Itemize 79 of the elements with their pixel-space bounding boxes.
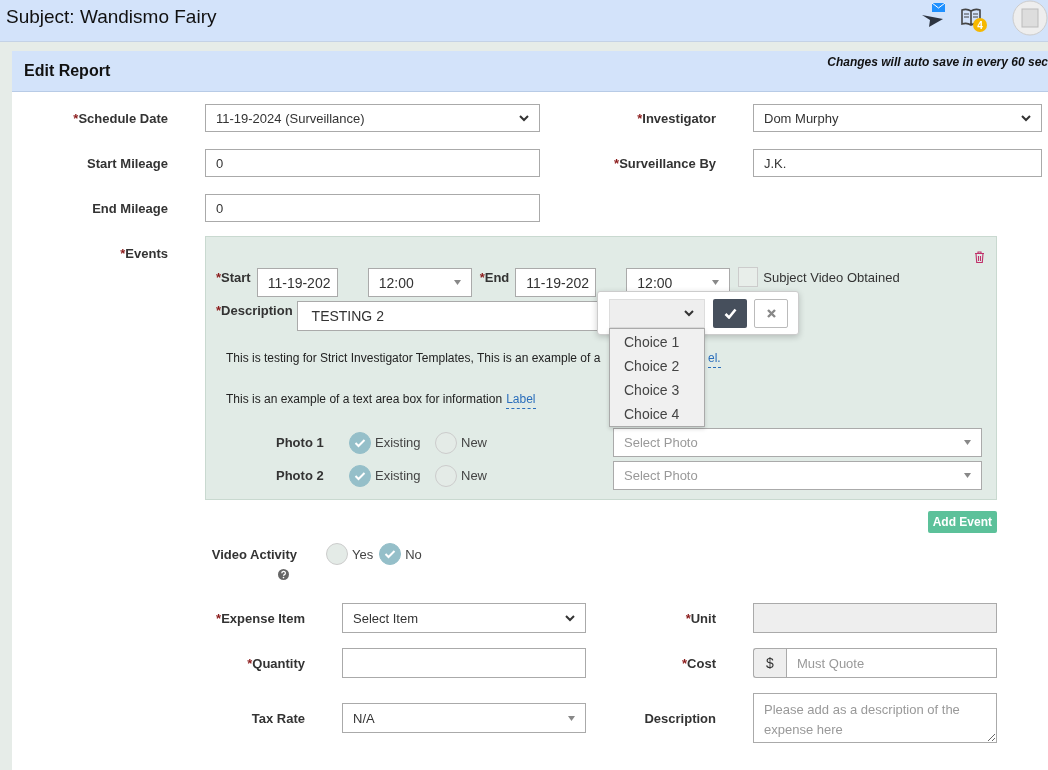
field-label: Start Mileage	[86, 155, 169, 171]
currency-addon: $	[753, 648, 786, 678]
radio-button[interactable]	[349, 431, 371, 454]
info-text: This is testing for Strict Investigator Templates, This is an example of a	[226, 351, 601, 367]
info-text: This is an example of a text area box for information	[226, 392, 503, 408]
check-icon	[354, 470, 366, 481]
radio-label: Yes	[352, 546, 374, 562]
field-label: *End	[479, 269, 510, 285]
field-label: *Schedule Date	[72, 110, 169, 126]
chevron-icon	[1021, 114, 1031, 122]
field-label: *Cost	[681, 655, 717, 671]
input-field[interactable]	[342, 648, 586, 678]
input-field[interactable]: J.K.	[753, 149, 1042, 177]
select-field[interactable]: Dom Murphy	[753, 104, 1042, 132]
trash-icon[interactable]	[974, 251, 985, 263]
notification-badge: 4	[973, 18, 987, 32]
label-link[interactable]: el.	[708, 351, 721, 368]
input-field[interactable]	[753, 603, 997, 633]
input-field[interactable]: 0	[205, 149, 540, 177]
field-label: *Surveillance By	[613, 155, 717, 171]
field-label: *Investigator	[636, 110, 717, 126]
caret-icon	[453, 280, 461, 285]
dropdown-option[interactable]: Choice 4	[610, 402, 704, 426]
paper-plane-envelope-icon[interactable]	[921, 3, 947, 29]
field-label: *Expense Item	[215, 610, 306, 626]
field-label: Tax Rate	[250, 710, 306, 726]
date-field[interactable]: 11-19-202	[515, 268, 597, 297]
checkbox-label: Subject Video Obtained	[763, 270, 900, 285]
field-label: End Mileage	[91, 200, 169, 216]
field-label: *Quantity	[246, 655, 306, 671]
checkbox[interactable]	[738, 267, 759, 287]
photo-label: Photo 2	[276, 468, 325, 483]
dropdown-option[interactable]: Choice 1	[610, 330, 704, 354]
field-label: Video Activity	[211, 547, 297, 562]
date-field[interactable]: 11-19-202	[256, 268, 338, 297]
caret-icon	[712, 280, 720, 285]
select-field[interactable]: 11-19-2024 (Surveillance)	[205, 104, 540, 132]
help-icon[interactable]	[278, 569, 289, 580]
field-label: *Description	[216, 302, 293, 318]
chevron-icon	[684, 309, 694, 317]
dropdown-option[interactable]: Choice 2	[610, 354, 704, 378]
close-icon	[766, 308, 776, 318]
avatar-icon[interactable]	[1012, 0, 1048, 36]
photo-label: Photo 1	[276, 435, 325, 450]
radio-button[interactable]	[435, 431, 457, 454]
time-select[interactable]: 12:00	[367, 268, 472, 297]
radio-label: New	[461, 435, 488, 450]
radio-button[interactable]	[379, 543, 402, 565]
field-label: Description	[643, 710, 717, 726]
cancel-button[interactable]	[754, 298, 788, 328]
field-label: *Events	[119, 245, 169, 263]
select-field[interactable]: N/A	[342, 703, 586, 733]
label-link[interactable]: Label	[506, 392, 536, 409]
field-label: *Start	[216, 269, 251, 285]
autosave-note: Changes will auto save in every 60 sec	[827, 55, 1048, 69]
radio-label: No	[405, 546, 422, 562]
radio-label: Existing	[375, 468, 422, 483]
dropdown-option[interactable]: Choice 3	[610, 378, 704, 402]
caret-icon	[964, 440, 971, 445]
check-icon	[723, 307, 737, 319]
radio-button[interactable]	[326, 543, 348, 565]
check-icon	[354, 437, 366, 448]
subject-title: Subject: Wandismo Fairy	[6, 5, 217, 28]
caret-icon	[568, 715, 575, 721]
confirm-button[interactable]	[713, 298, 747, 328]
radio-label: New	[461, 468, 488, 483]
radio-button[interactable]	[349, 464, 371, 487]
radio-button[interactable]	[435, 464, 457, 487]
card-title: Edit Report	[24, 62, 111, 80]
check-icon	[384, 549, 397, 559]
select-field[interactable]: Select Item	[342, 603, 586, 633]
input-field[interactable]: 0	[205, 194, 540, 222]
chevron-icon	[565, 614, 575, 622]
chevron-icon	[519, 114, 529, 122]
choice-select[interactable]	[609, 298, 705, 328]
radio-label: Existing	[375, 435, 422, 450]
resize-grip-icon	[987, 733, 995, 741]
field-label: *Unit	[684, 610, 717, 626]
caret-icon	[964, 473, 971, 478]
